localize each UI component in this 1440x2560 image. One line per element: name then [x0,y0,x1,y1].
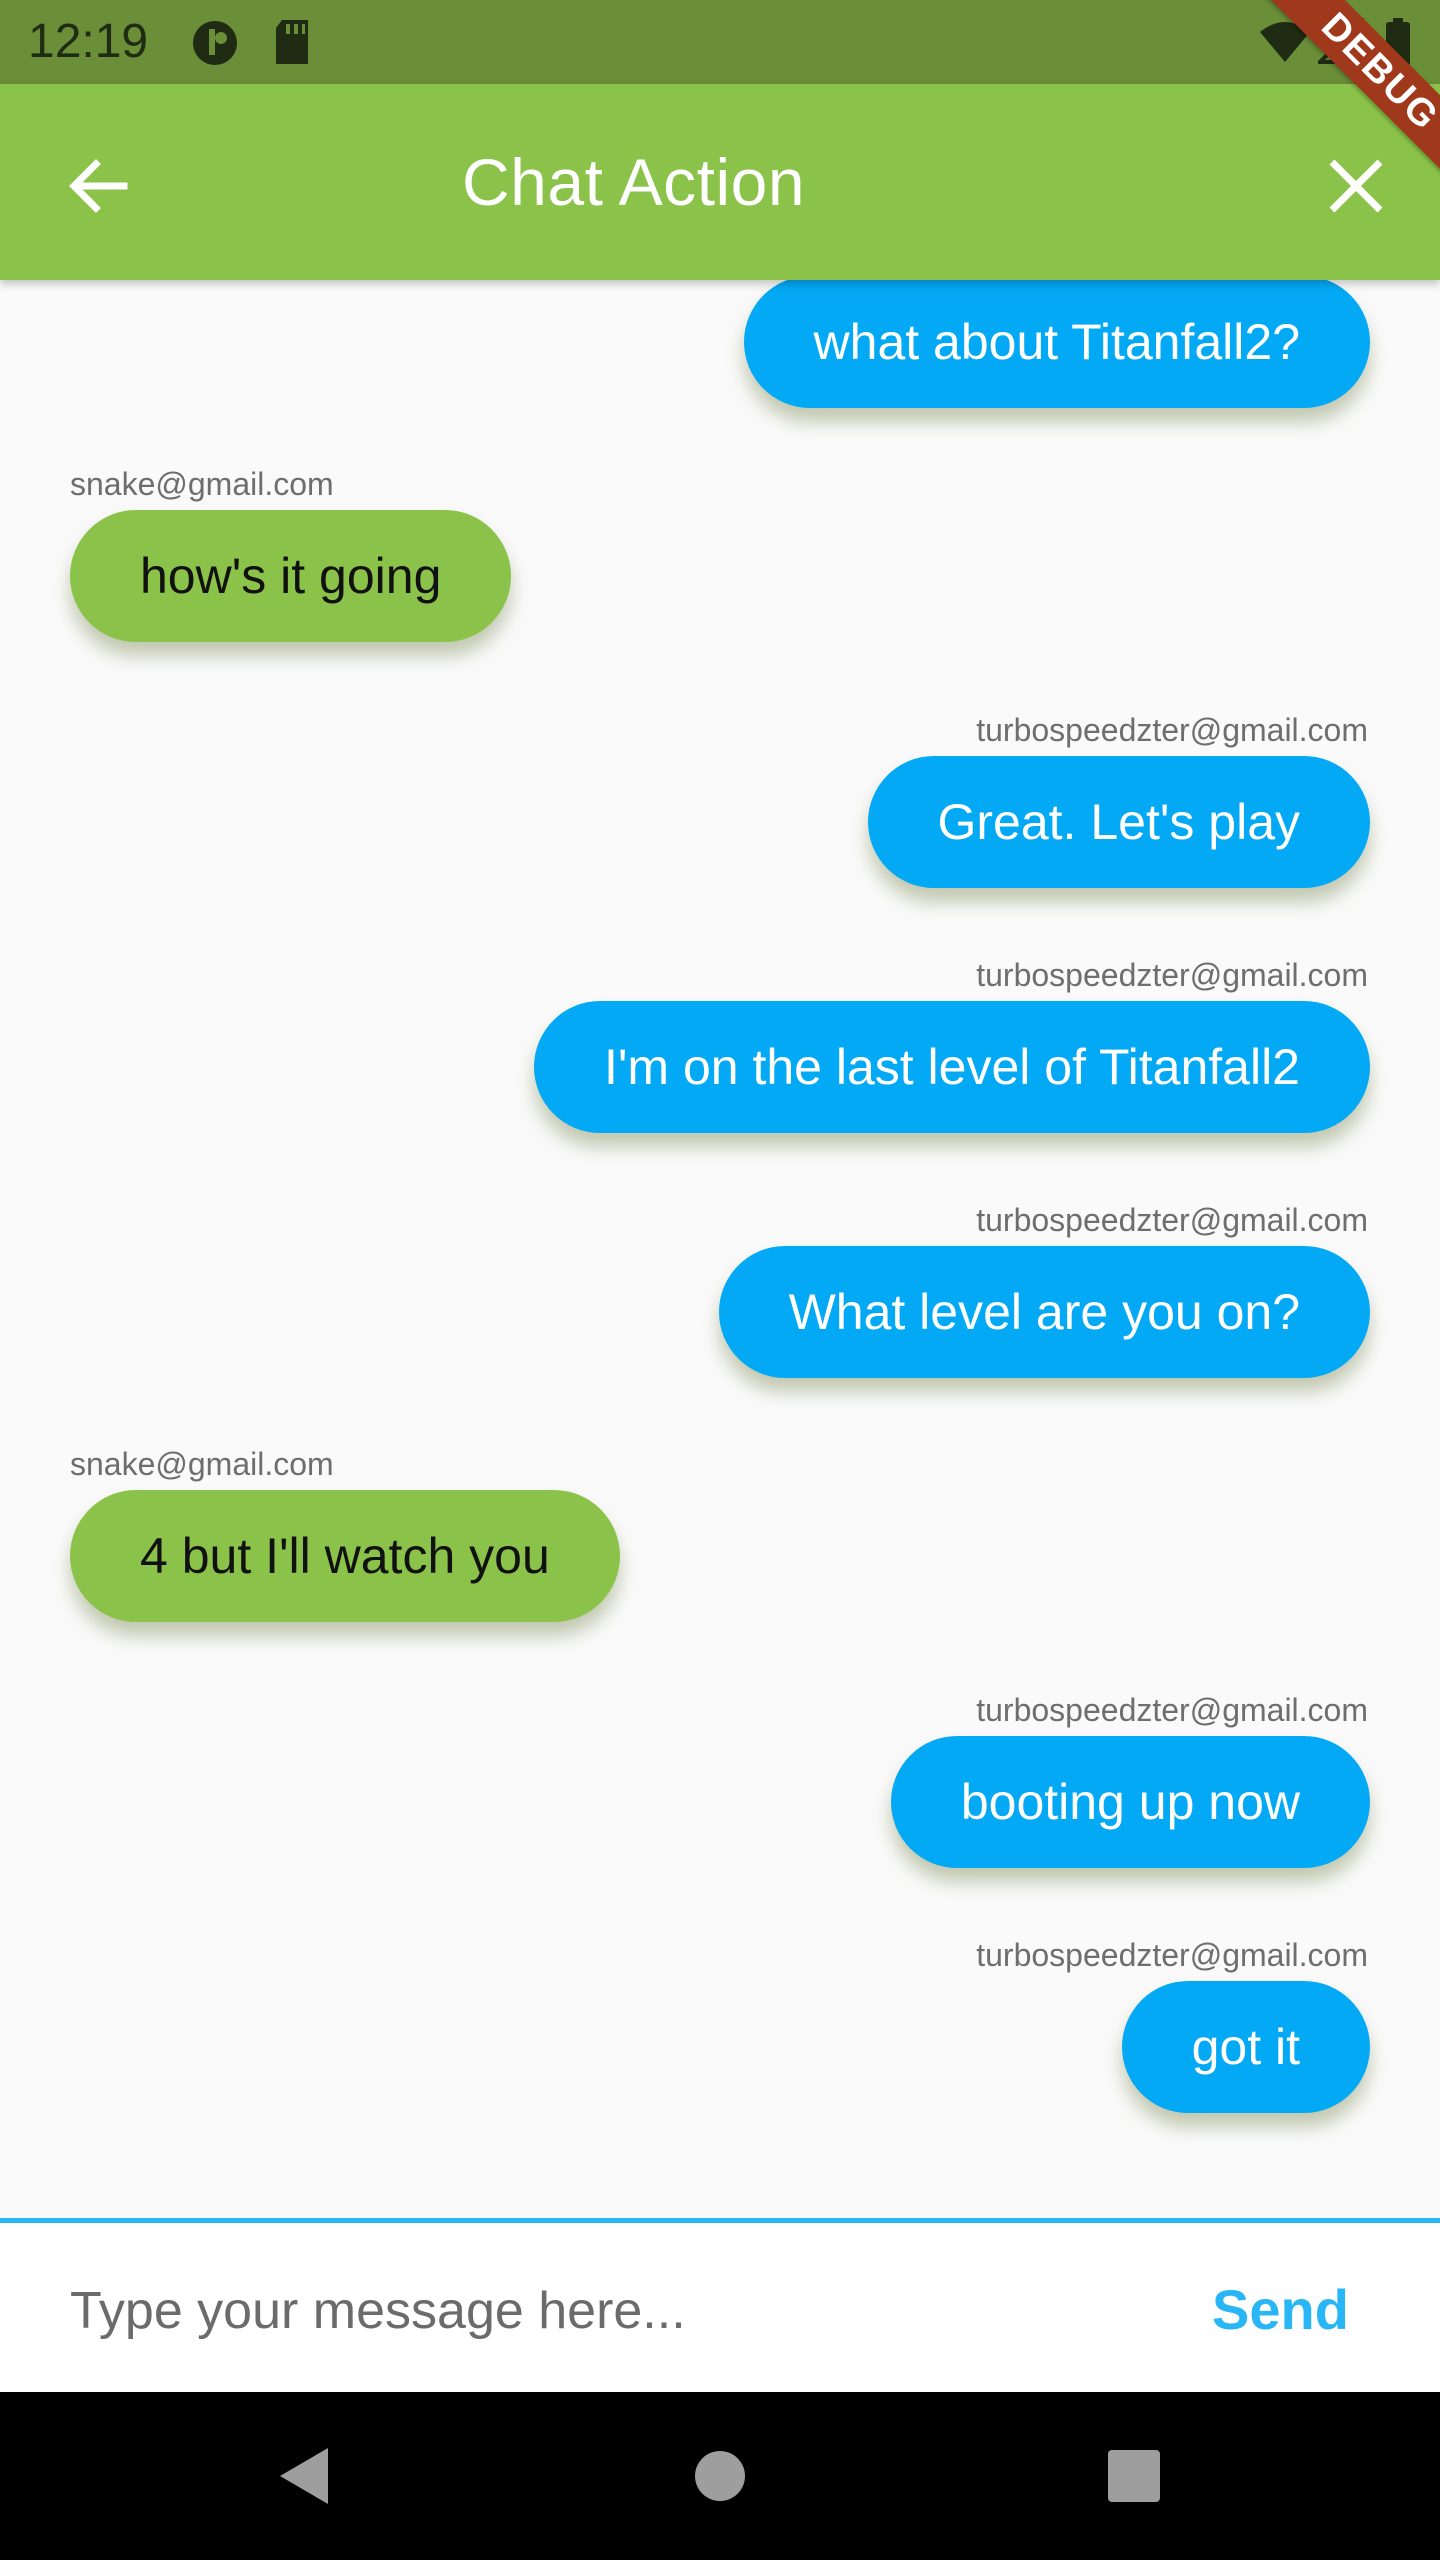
chat-message-list[interactable]: what about Titanfall2? snake@gmail.com h… [0,280,1440,2218]
recents-square-icon[interactable] [1094,2436,1174,2516]
close-icon[interactable] [1316,146,1396,226]
message-sender: turbospeedzter@gmail.com [976,712,1368,748]
message-sender: snake@gmail.com [70,1446,334,1482]
page-title: Chat Action [462,145,806,219]
sd-card-icon [276,20,308,64]
back-triangle-icon[interactable] [266,2436,346,2516]
message-input[interactable] [70,2261,1130,2361]
chat-bubble-own: booting up now [890,1736,1370,1868]
status-time: 12:19 [28,15,149,68]
chat-bubble-other: 4 but I'll watch you [70,1490,620,1622]
chat-bubble-own: what about Titanfall2? [743,280,1370,408]
message-sender: turbospeedzter@gmail.com [976,1937,1368,1973]
chat-bubble-own: I'm on the last level of Titanfall2 [533,1001,1370,1133]
message-sender: turbospeedzter@gmail.com [976,957,1368,993]
chat-bubble-own: got it [1121,1981,1370,2113]
notification-icon [193,21,237,65]
message-sender: turbospeedzter@gmail.com [976,1692,1368,1728]
message-composer: Send [0,2218,1440,2392]
message-sender: snake@gmail.com [70,466,334,502]
chat-bubble-other: how's it going [70,510,512,642]
chat-bubble-own: What level are you on? [718,1246,1370,1378]
system-nav-bar [0,2392,1440,2560]
home-circle-icon[interactable] [680,2436,760,2516]
message-sender: turbospeedzter@gmail.com [976,1202,1368,1238]
status-bar: 12:19 [0,0,1440,84]
arrow-back-icon[interactable] [58,146,138,226]
send-button[interactable]: Send [1212,2275,1349,2345]
app-bar: Chat Action [0,84,1440,280]
chat-bubble-own: Great. Let's play [867,756,1370,888]
